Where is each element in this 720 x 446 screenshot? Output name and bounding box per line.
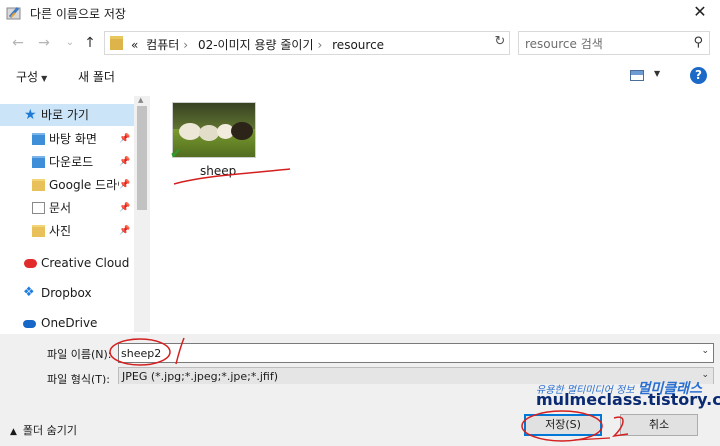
file-thumbnail-sheep[interactable] xyxy=(172,102,256,158)
sheep-shape xyxy=(199,125,219,141)
sidebar-item-label: 바탕 화면 xyxy=(49,132,97,146)
pin-icon[interactable]: 📌 xyxy=(119,128,130,150)
sidebar-item-downloads[interactable]: 다운로드 📌 xyxy=(0,151,134,173)
file-name-label[interactable]: sheep xyxy=(200,164,236,178)
folder-icon xyxy=(110,36,123,50)
up-button[interactable]: ↑ xyxy=(80,33,100,53)
sidebar-item-label: OneDrive xyxy=(41,316,98,330)
creative-cloud-icon xyxy=(24,259,37,268)
close-button[interactable]: ✕ xyxy=(680,0,720,26)
sidebar-item-label: Dropbox xyxy=(41,286,92,300)
sidebar-item-documents[interactable]: 문서 📌 xyxy=(0,197,134,219)
sidebar-item-desktop[interactable]: 바탕 화면 📌 xyxy=(0,128,134,150)
folder-icon xyxy=(32,179,45,191)
cancel-button[interactable]: 취소 xyxy=(620,414,698,436)
search-input[interactable] xyxy=(525,36,685,52)
sidebar-item-label: Google 드라이브 xyxy=(49,178,119,192)
hide-folders-label: 폴더 숨기기 xyxy=(22,424,78,437)
sidebar-item-pictures[interactable]: 사진 📌 xyxy=(0,220,134,242)
new-folder-button[interactable]: 새 폴더 xyxy=(78,68,115,85)
dropbox-icon: ❖ xyxy=(23,285,35,300)
command-bar: 구성 ▼ 새 폴더 ▼ ? xyxy=(0,60,720,92)
search-box[interactable]: ⚲ xyxy=(518,31,710,55)
sidebar-item-dropbox[interactable]: ❖ Dropbox xyxy=(0,282,134,304)
save-button[interactable]: 저장(S) xyxy=(524,414,602,436)
filename-label: 파일 이름(N): xyxy=(47,348,112,361)
caret-down-icon[interactable]: ▼ xyxy=(654,69,660,78)
chevron-down-icon[interactable]: ⌄ xyxy=(701,346,709,356)
onedrive-icon xyxy=(23,320,36,328)
refresh-icon[interactable]: ↻ xyxy=(490,32,510,52)
sheep-shape xyxy=(179,123,201,140)
sidebar-scrollbar[interactable]: ▲ xyxy=(134,96,150,332)
recent-locations-button[interactable]: ⌄ xyxy=(60,33,80,53)
scrollbar-thumb[interactable] xyxy=(137,106,147,210)
app-icon xyxy=(6,7,21,20)
filename-input[interactable] xyxy=(121,345,681,361)
sidebar-item-google-drive[interactable]: Google 드라이브 📌 xyxy=(0,174,134,196)
chevron-right-icon[interactable]: › xyxy=(318,38,323,52)
star-icon: ★ xyxy=(24,107,37,123)
sidebar-item-label: 문서 xyxy=(49,201,72,215)
caret-up-icon: ▲ xyxy=(10,427,17,437)
folder-icon xyxy=(32,225,45,237)
pin-icon[interactable]: 📌 xyxy=(119,174,130,196)
sidebar-item-label: 바로 가기 xyxy=(41,108,89,122)
folder-icon xyxy=(32,133,45,145)
sidebar-item-label: 사진 xyxy=(49,224,72,238)
organize-button[interactable]: 구성 ▼ xyxy=(16,68,47,85)
filetype-value: JPEG (*.jpg;*.jpeg;*.jpe;*.jfif) xyxy=(122,370,279,383)
caret-down-icon: ▼ xyxy=(41,74,48,83)
pin-icon[interactable]: 📌 xyxy=(119,197,130,219)
forward-button[interactable]: → xyxy=(34,33,54,53)
sheep-shape xyxy=(231,122,253,140)
breadcrumb: « 컴퓨터 › 02-이미지 용량 줄이기 › resource xyxy=(131,36,388,53)
back-button[interactable]: ← xyxy=(8,33,28,53)
pin-icon[interactable]: 📌 xyxy=(119,151,130,173)
sync-check-icon: ✔ xyxy=(170,146,182,162)
window-title: 다른 이름으로 저장 xyxy=(30,7,126,21)
search-icon[interactable]: ⚲ xyxy=(693,35,703,50)
help-button[interactable]: ? xyxy=(690,67,707,84)
sidebar-item-quick-access[interactable]: ★ 바로 가기 xyxy=(0,104,134,126)
chevron-right-icon[interactable]: › xyxy=(183,38,188,52)
view-options-icon[interactable] xyxy=(630,70,644,81)
download-folder-icon xyxy=(32,156,45,168)
sidebar-item-onedrive[interactable]: OneDrive xyxy=(0,312,134,332)
hide-folders-button[interactable]: ▲ 폴더 숨기기 xyxy=(10,422,77,438)
scroll-up-icon[interactable]: ▲ xyxy=(138,96,143,104)
organize-label: 구성 xyxy=(16,70,39,84)
title-bar: 다른 이름으로 저장 ✕ xyxy=(0,0,720,26)
watermark-url: mulmeclass.tistory.com xyxy=(536,390,720,409)
file-list[interactable]: ✔ sheep xyxy=(150,96,720,332)
breadcrumb-overflow[interactable]: « xyxy=(131,38,138,52)
address-bar[interactable]: « 컴퓨터› 02-이미지 용량 줄이기› resource ⌄ xyxy=(104,31,568,55)
sidebar-item-label: 다운로드 xyxy=(49,155,94,169)
chevron-down-icon[interactable]: ⌄ xyxy=(701,370,709,380)
filename-field[interactable]: ⌄ xyxy=(118,343,714,363)
breadcrumb-item-folder[interactable]: 02-이미지 용량 줄이기 xyxy=(198,38,314,52)
sidebar-item-creative-cloud[interactable]: Creative Cloud Files xyxy=(0,252,134,274)
breadcrumb-item-resource[interactable]: resource xyxy=(332,38,384,52)
breadcrumb-item-computer[interactable]: 컴퓨터 xyxy=(146,38,179,52)
pin-icon[interactable]: 📌 xyxy=(119,220,130,242)
document-icon xyxy=(32,202,45,214)
sidebar-item-label: Creative Cloud Files xyxy=(41,256,134,270)
navigation-pane: ★ 바로 가기 바탕 화면 📌 다운로드 📌 Google 드라이브 📌 문서 … xyxy=(0,96,150,332)
save-form: 파일 이름(N): ⌄ 파일 형식(T): JPEG (*.jpg;*.jpeg… xyxy=(0,334,720,387)
navigation-bar: ← → ⌄ ↑ « 컴퓨터› 02-이미지 용량 줄이기› resource ⌄… xyxy=(0,28,720,58)
